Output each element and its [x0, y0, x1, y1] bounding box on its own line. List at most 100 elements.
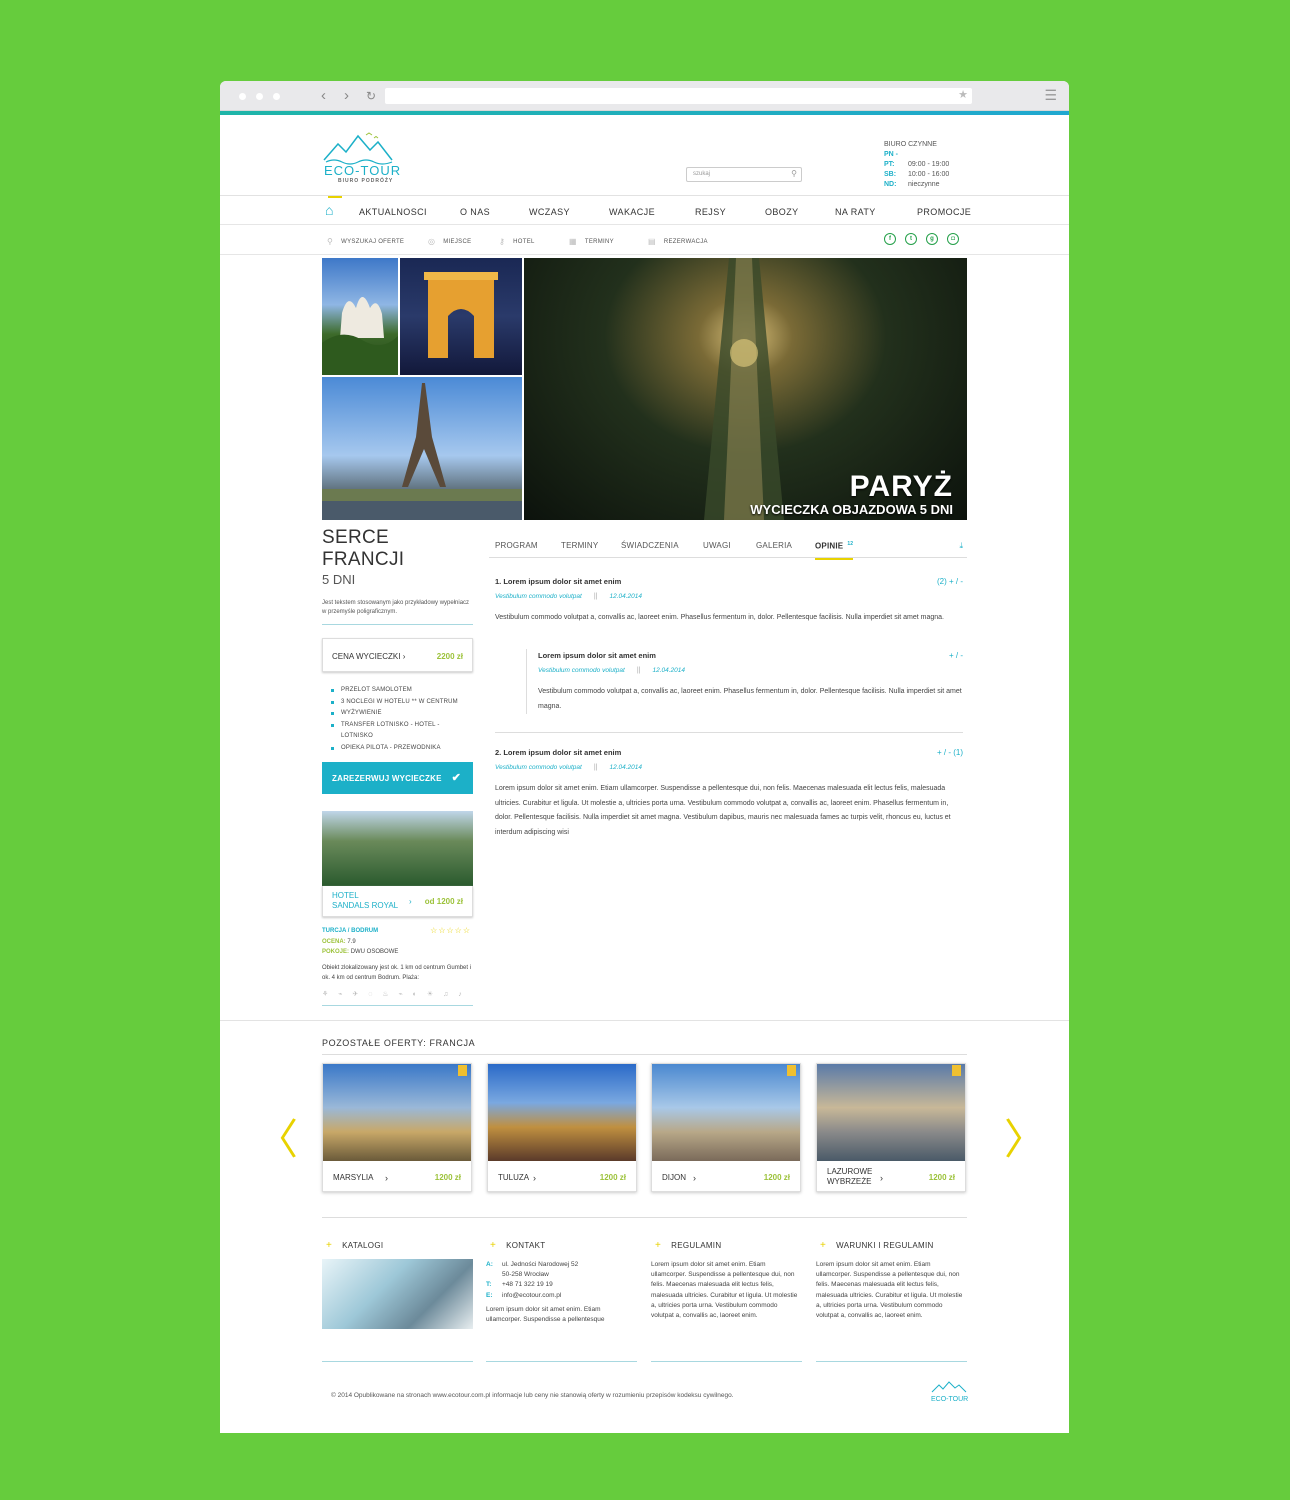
offer-photo [652, 1064, 800, 1161]
search-icon[interactable]: ⚲ [791, 169, 797, 178]
reply-text: Vestibulum commodo volutpat a, convallis… [538, 688, 962, 710]
subnav-label: TERMINY [584, 239, 614, 245]
offer-price: 1200 zł [928, 1173, 955, 1182]
subnav-hotel[interactable]: ⚷ HOTEL [499, 236, 535, 246]
contact-email[interactable]: info@ecotour.com.pl [502, 1292, 561, 1299]
offer-card[interactable]: LAZUROWE WYBRZEŻE › 1200 zł [816, 1063, 966, 1192]
contact-key: T: [486, 1281, 492, 1289]
plus-icon: + [655, 1240, 662, 1251]
download-icon[interactable]: ⤓ [959, 541, 963, 551]
hero-paris-night[interactable]: PARYŻ WYCIECZKA OBJAZDOWA 5 DNI [524, 258, 967, 520]
footer-heading[interactable]: KATALOGI [342, 1241, 383, 1250]
chevron-right-icon: › [402, 652, 406, 661]
photo-sacre-coeur[interactable] [322, 258, 398, 375]
bookmark-icon[interactable] [458, 1065, 467, 1076]
photo-arc-de-triomphe[interactable] [400, 258, 522, 375]
offer-name-line: WYBRZEŻE [827, 1177, 872, 1186]
rooms-value: DWU OSOBOWE [350, 949, 399, 955]
forward-icon[interactable]: › [344, 87, 349, 104]
bookmark-icon[interactable] [787, 1065, 796, 1076]
sacre-coeur-drawing [322, 297, 398, 375]
reply-vote[interactable]: + / - [949, 649, 963, 664]
nav-item-promocje[interactable]: PROMOCJE [917, 207, 971, 217]
plus-icon: + [820, 1240, 827, 1251]
reload-icon[interactable]: ↻ [366, 89, 376, 103]
tab-uwagi[interactable]: UWAGI [703, 541, 731, 550]
hotel-name-line: SANDALS ROYAL [332, 901, 399, 910]
catalog-image[interactable] [322, 1259, 473, 1329]
offer-card[interactable]: DIJON › 1200 zł [651, 1063, 801, 1192]
rating-label: OCENA: [322, 938, 346, 945]
tab-galeria[interactable]: GALERIA [756, 541, 792, 550]
twitter-icon[interactable]: t [905, 233, 917, 245]
offer-photo [488, 1064, 636, 1161]
tab-opinie[interactable]: OPINIE 12 [815, 541, 854, 560]
window-minimize-dot[interactable] [256, 93, 263, 100]
nav-item-obozy[interactable]: OBOZY [765, 207, 799, 217]
footer-catalogs: + KATALOGI [322, 1240, 473, 1362]
include-item: PRZELOT SAMOLOTEM [322, 685, 473, 697]
menu-icon[interactable]: ☰ [1044, 87, 1057, 104]
footer-heading[interactable]: KONTAKT [506, 1241, 545, 1250]
nav-item-na-raty[interactable]: NA RATY [835, 207, 876, 217]
nav-item-wakacje[interactable]: WAKACJE [609, 207, 655, 217]
back-icon[interactable]: ‹ [321, 87, 326, 104]
reserve-trip-button[interactable]: ZAREZERWUJ WYCIECZKE ✔ [322, 762, 473, 794]
trip-price-button[interactable]: CENA WYCIECZKI › 2200 zł [322, 638, 473, 672]
carousel-next-icon[interactable]: 〉 [1004, 1106, 1046, 1167]
bookmark-star-icon[interactable]: ★ [958, 88, 968, 101]
contact-key: E: [486, 1291, 493, 1299]
google-plus-icon[interactable]: g [926, 233, 938, 245]
logo-name: ECO-TOUR [324, 163, 402, 178]
subnav-dates[interactable]: ▦ TERMINY [569, 236, 614, 246]
tab-terminy[interactable]: TERMINY [561, 541, 598, 550]
review-author[interactable]: Vestibulum commodo volutpat [495, 764, 582, 771]
offer-card[interactable]: MARSYLIA › 1200 zł [322, 1063, 472, 1192]
include-item: WYŻYWIENIE [322, 708, 473, 720]
nav-item-rejsy[interactable]: REJSY [695, 207, 726, 217]
subnav-reservation[interactable]: ▤ REZERWACJA [648, 236, 708, 246]
review-vote[interactable]: + / - (1) [937, 746, 963, 761]
pin-icon: ◎ [428, 237, 436, 246]
hotel-photo[interactable] [322, 811, 473, 886]
offer-name: MARSYLIA [333, 1173, 374, 1182]
nav-item-wczasy[interactable]: WCZASY [529, 207, 570, 217]
meta-separator: || [593, 763, 598, 771]
offer-photo [323, 1064, 471, 1161]
sub-nav: ⚲ WYSZUKAJ OFERTE ◎ MIEJSCE ⚷ HOTEL ▦ TERMIN… [220, 225, 1069, 255]
review-author[interactable]: Vestibulum commodo volutpat [495, 593, 582, 600]
review-vote[interactable]: (2) + / - [937, 575, 963, 590]
meta-separator: || [636, 666, 641, 674]
subnav-search[interactable]: ⚲ WYSZUKAJ OFERTE [327, 236, 404, 246]
url-bar[interactable]: ★ [385, 88, 972, 104]
document-icon: ▤ [648, 237, 656, 246]
window-close-dot[interactable] [239, 93, 246, 100]
hotel-description: Obiekt zlokalizowany jest ok. 1 km od ce… [322, 964, 472, 982]
reply-date: 12.04.2014 [652, 666, 686, 674]
carousel-prev-icon[interactable]: 〈 [256, 1106, 298, 1167]
nav-item-aktualnosci[interactable]: AKTUALNOSCI [359, 207, 427, 217]
home-icon[interactable]: ⌂ [325, 202, 333, 218]
divider [495, 732, 963, 733]
instagram-icon[interactable]: ◘ [947, 233, 959, 245]
main-nav: ⌂ AKTUALNOSCI O NAS WCZASY WAKACJE REJSY… [220, 196, 1069, 225]
tab-swiadczenia[interactable]: ŚWIADCZENIA [621, 541, 679, 550]
offer-price: 1200 zł [763, 1173, 790, 1182]
tab-program[interactable]: PROGRAM [495, 541, 538, 550]
window-maximize-dot[interactable] [273, 93, 280, 100]
contact-value: +48 71 322 19 19 [502, 1281, 553, 1289]
nav-item-o-nas[interactable]: O NAS [460, 207, 490, 217]
facebook-icon[interactable]: f [884, 233, 896, 245]
offer-card[interactable]: TULUZA › 1200 zł [487, 1063, 637, 1192]
photo-eiffel-tower[interactable] [322, 377, 522, 520]
footer-heading[interactable]: WARUNKI I REGULAMIN [836, 1241, 933, 1250]
reply-author[interactable]: Vestibulum commodo volutpat [538, 667, 625, 674]
hours-day: PN - PT: [884, 151, 898, 168]
hotel-card-button[interactable]: HOTEL SANDALS ROYAL › od 1200 zł [322, 886, 473, 917]
home-indicator [328, 196, 342, 198]
footer-heading[interactable]: REGULAMIN [671, 1241, 721, 1250]
search-input[interactable]: szukaj ⚲ [686, 167, 802, 182]
subnav-place[interactable]: ◎ MIEJSCE [428, 236, 471, 246]
footer-logo[interactable]: ECO-TOUR [931, 1380, 968, 1403]
bookmark-icon[interactable] [952, 1065, 961, 1076]
